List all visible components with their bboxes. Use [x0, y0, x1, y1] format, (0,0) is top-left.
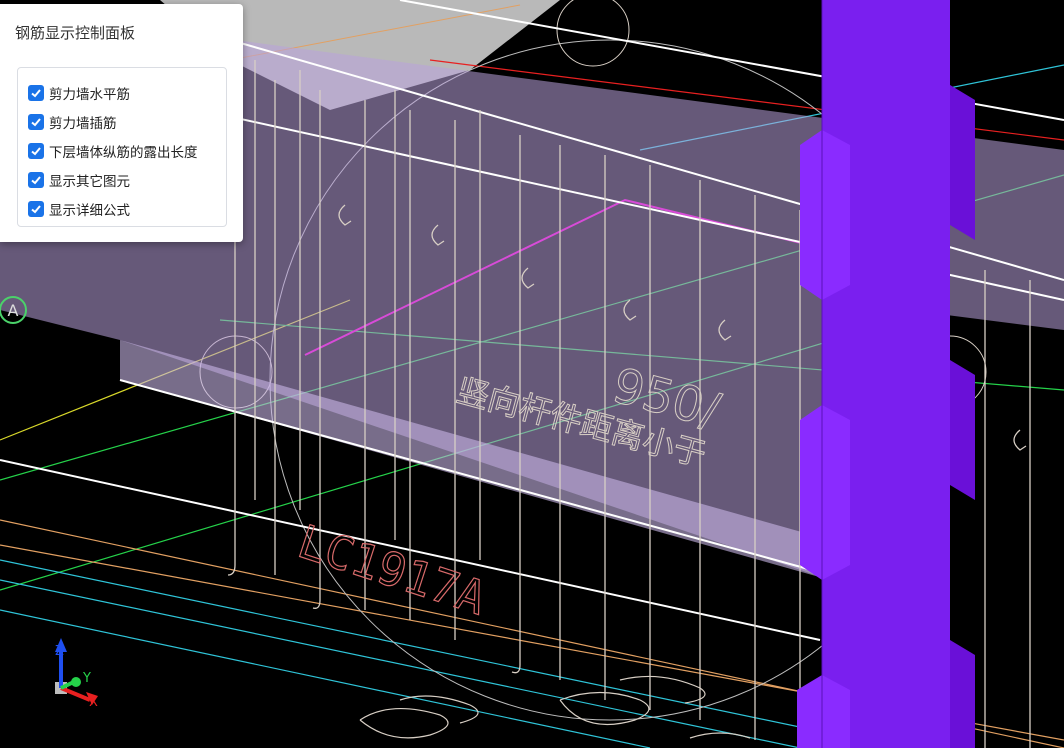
option-shear-wall-horizontal-rebar[interactable]: 剪力墙水平筋: [28, 82, 130, 104]
option-label: 剪力墙插筋: [49, 116, 117, 132]
column: [797, 0, 975, 748]
option-lower-wall-rebar-exposed-length[interactable]: 下层墙体纵筋的露出长度: [28, 140, 198, 162]
checkbox-checked-icon[interactable]: [28, 85, 44, 101]
option-show-other-elements[interactable]: 显示其它图元: [28, 169, 130, 191]
rebar-label: LC1917A: [292, 514, 493, 625]
svg-text:Y: Y: [82, 671, 91, 686]
svg-text:X: X: [89, 695, 98, 710]
option-show-detailed-formula[interactable]: 显示详细公式: [28, 198, 130, 220]
small-circle-top: [556, 0, 630, 67]
option-label: 剪力墙水平筋: [49, 87, 130, 103]
option-label: 显示详细公式: [49, 203, 130, 219]
checkbox-checked-icon[interactable]: [28, 114, 44, 130]
checkbox-checked-icon[interactable]: [28, 201, 44, 217]
option-group: 剪力墙水平筋 剪力墙插筋 下层墙体纵筋的露出长度 显示其它图元 显示详细公式: [17, 67, 227, 227]
svg-text:A: A: [8, 301, 19, 320]
svg-text:Z: Z: [55, 644, 64, 659]
axis-triad: Z Y X: [55, 638, 98, 710]
bottom-rebar-shapes: [359, 675, 751, 739]
3d-viewport[interactable]: A 950/ 竖向杆件距离小于 LC1917A Z Y X 钢筋显示控制面板 剪…: [0, 0, 1064, 748]
option-shear-wall-dowel-rebar[interactable]: 剪力墙插筋: [28, 111, 117, 133]
panel-title: 钢筋显示控制面板: [15, 24, 136, 42]
checkbox-checked-icon[interactable]: [28, 172, 44, 188]
option-label: 下层墙体纵筋的露出长度: [49, 145, 198, 161]
option-label: 显示其它图元: [49, 174, 130, 190]
rebar-display-control-panel: 钢筋显示控制面板 剪力墙水平筋 剪力墙插筋 下层墙体纵筋的露出长度 显示其它图元…: [0, 4, 243, 242]
checkbox-checked-icon[interactable]: [28, 143, 44, 159]
